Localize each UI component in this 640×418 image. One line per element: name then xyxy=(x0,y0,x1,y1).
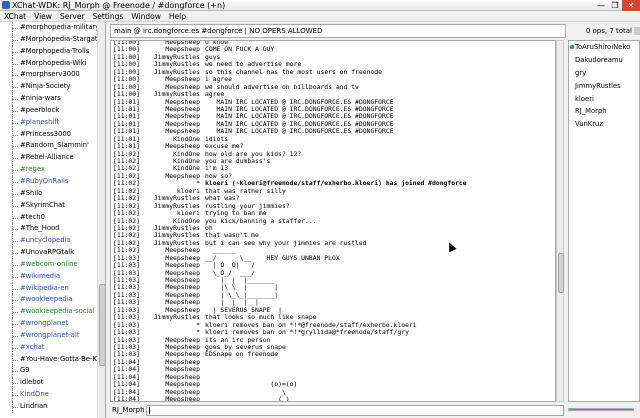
channel-item[interactable]: #peerblock xyxy=(0,104,98,117)
chat-message: ( ) xyxy=(205,395,290,402)
channel-item[interactable]: #Rebel-Alliance xyxy=(0,152,98,164)
menu-xchat[interactable]: XChat xyxy=(0,11,30,21)
chat-message: you kick/banning a staffer... xyxy=(205,216,317,225)
lag-meter-fill xyxy=(569,409,633,410)
op-status-icon xyxy=(570,45,574,49)
user-list: ToAruShiroiNeko Dakudoreamu gry JimmyRustle… xyxy=(568,40,640,402)
channel-tree-scroll-thumb[interactable] xyxy=(99,284,105,366)
channel-item[interactable]: G9 xyxy=(0,365,98,378)
channel-item[interactable]: #wrongplanet-alt xyxy=(0,329,98,342)
chat-nick[interactable]: Meepsheep xyxy=(141,395,205,401)
user-nick: kloeri xyxy=(575,94,594,103)
topic-text[interactable]: main @ irc.dongforce.es #dongforce | NO … xyxy=(114,25,322,37)
channel-item[interactable]: #regex xyxy=(0,164,98,176)
chat-pane[interactable]: [11:00] Meepsheep u know [11:00] Meepsheep CO… xyxy=(110,40,556,402)
lag-meter xyxy=(568,408,634,411)
menu-bar: XChat View Server Settings Window Help xyxy=(0,11,640,22)
user-list-item[interactable]: Dakudoreamu xyxy=(569,54,639,67)
chat-log: [11:00] Meepsheep u know [11:00] Meepsheep CO… xyxy=(113,41,467,402)
channel-item[interactable]: #RubyOnRails xyxy=(0,175,98,188)
chat-line: [11:02] KindOne how old are you kids? 12? xyxy=(113,150,467,158)
channel-item[interactable]: #wikipedia-en xyxy=(0,282,98,295)
title-bar: XChat-WDK: RJ_Morph @ Freenode / #dongfo… xyxy=(0,0,640,11)
channel-item[interactable]: #Ninja-Society xyxy=(0,81,98,93)
channel-item[interactable]: #Random_Slammin' xyxy=(0,140,98,153)
menu-settings[interactable]: Settings xyxy=(89,11,128,21)
nick-button[interactable]: RJ_Morph xyxy=(112,404,145,417)
channel-item[interactable]: #tech0 xyxy=(0,211,98,224)
channel-tree-scrollbar[interactable] xyxy=(97,22,105,418)
close-button[interactable]: ✕ xyxy=(622,0,640,11)
channel-item[interactable]: #Princess3000 xyxy=(0,128,98,141)
menu-server[interactable]: Server xyxy=(56,11,89,21)
channel-item[interactable]: #You-Have-Gotta-Be-Kiddin xyxy=(0,353,105,366)
chat-line: [11:02] KindOne you are dumbass's xyxy=(113,157,467,165)
channel-item[interactable]: #The_Hood xyxy=(0,223,98,236)
channel-item[interactable]: #wookieepedia xyxy=(0,294,98,307)
chat-message: we should advertise on billboards and tv xyxy=(205,82,359,91)
userlist-toggle-icon[interactable] xyxy=(634,27,640,35)
minimize-button[interactable]: — xyxy=(594,0,608,11)
user-list-item[interactable]: gry xyxy=(569,67,639,80)
channel-item[interactable]: Lindrian xyxy=(0,401,98,413)
channel-list: #morphopedia-military #Morphopedia-Starga… xyxy=(0,22,105,413)
channel-tree: #morphopedia-military #Morphopedia-Starga… xyxy=(0,22,106,418)
xchat-app-icon xyxy=(2,1,10,9)
channel-item[interactable]: #UnovaRPGtalk xyxy=(0,247,98,259)
user-list-item[interactable]: JimmyRustles xyxy=(569,80,639,93)
maximize-button[interactable]: ❐ xyxy=(608,0,622,11)
channel-item[interactable]: #Shilo xyxy=(0,187,98,200)
channel-item[interactable]: idlebot xyxy=(0,377,98,390)
chat-line: [11:02] JimmyRustles rustling your jimmies… xyxy=(113,202,467,210)
channel-item[interactable]: #uncyclopedia xyxy=(0,235,98,247)
chat-line: [11:01] Meepsheep MAIN IRC LOCATED @ IRC.… xyxy=(113,127,467,136)
channel-item[interactable]: #webcom-online xyxy=(0,258,98,271)
channel-item[interactable]: #morphserv3000 xyxy=(0,69,98,82)
channel-item[interactable]: #planeshift xyxy=(0,116,98,129)
user-nick: JimmyRustles xyxy=(575,81,621,90)
channel-item[interactable]: #wookieepedia-social xyxy=(0,306,98,318)
user-nick: VunKruz xyxy=(575,120,603,129)
channel-item[interactable]: #Morphopedia-Wiki xyxy=(0,57,98,70)
user-list-item[interactable]: kloeri xyxy=(569,93,639,106)
user-nick: Dakudoreamu xyxy=(575,55,623,64)
channel-item[interactable]: #xchat xyxy=(0,341,98,354)
user-nick: ToAruShiroiNeko xyxy=(575,43,631,51)
chat-line: [11:02] * kloeri (~kloeri@freenode/staff/e… xyxy=(113,179,467,187)
channel-item[interactable]: KindOne xyxy=(0,389,98,401)
menu-view[interactable]: View xyxy=(30,11,56,21)
text-caret xyxy=(149,407,150,414)
channel-item[interactable]: #wikimedia xyxy=(0,270,98,283)
user-count: 0 ops, 7 total xyxy=(568,24,640,38)
chat-line: [11:04] Meepsheep ( ) xyxy=(113,395,467,402)
chat-message: EDSnape on freenode xyxy=(205,350,279,359)
channel-item[interactable]: #Morphopedia-Stargate xyxy=(0,33,102,46)
user-list-item[interactable]: VunKruz xyxy=(569,118,639,131)
ops-count-label: 0 ops, 7 total xyxy=(585,27,632,35)
chat-timestamp: [11:04] xyxy=(113,395,140,402)
channel-item[interactable]: #morphopedia-military xyxy=(0,22,99,34)
window-controls: — ❐ ✕ xyxy=(594,0,640,11)
user-nick: RJ_Morph xyxy=(575,107,607,116)
channel-item[interactable]: #ninja-wars xyxy=(0,93,98,105)
channel-item[interactable]: #Morphopedia-Trolls xyxy=(0,45,98,58)
input-row: RJ_Morph xyxy=(110,404,566,417)
chat-scroll-thumb[interactable] xyxy=(558,253,564,293)
user-list-item[interactable]: ToAruShiroiNeko xyxy=(569,41,639,54)
menu-window[interactable]: Window xyxy=(127,11,165,21)
channel-item[interactable]: #SkyrimChat xyxy=(0,199,98,212)
menu-help[interactable]: Help xyxy=(165,11,190,21)
topic-bar[interactable]: main @ irc.dongforce.es #dongforce | NO … xyxy=(110,24,566,38)
channel-item[interactable]: #wrongplanet xyxy=(0,318,98,330)
message-input[interactable] xyxy=(146,405,564,416)
window-title: XChat-WDK: RJ_Morph @ Freenode / #dongfo… xyxy=(12,1,226,10)
chat-message: MAIN IRC LOCATED @ IRC.DONGFORCE.ES #DON… xyxy=(205,127,394,136)
user-nick: gry xyxy=(575,68,587,77)
chat-scrollbar[interactable] xyxy=(556,40,564,402)
user-list-item[interactable]: RJ_Morph xyxy=(569,105,639,118)
